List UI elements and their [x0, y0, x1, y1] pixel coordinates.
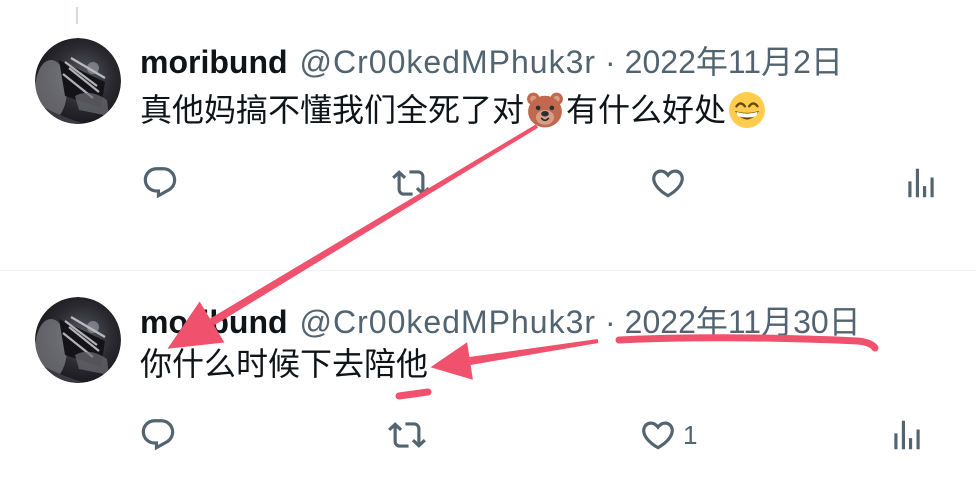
avatar-image[interactable] — [35, 38, 121, 124]
tweet-text: 你什么时候下去陪他 — [140, 342, 428, 386]
reply-icon[interactable] — [139, 416, 177, 454]
author-handle[interactable]: @Cr00kedMPhuk3r — [300, 300, 596, 344]
separator-dot: · — [605, 304, 616, 340]
reply-button[interactable] — [141, 164, 179, 202]
tweet-header: moribund @Cr00kedMPhuk3r · 2022年11月30日 — [140, 300, 861, 344]
views-button[interactable] — [902, 164, 940, 202]
timeline: moribund @Cr00kedMPhuk3r · 2022年11月2日 真他… — [0, 0, 976, 483]
tweet-text-segment: 有什么好处 — [566, 91, 727, 129]
grinning-face-emoji — [729, 92, 765, 128]
like-button[interactable]: 1 — [639, 416, 697, 454]
retweet-button[interactable] — [388, 416, 426, 454]
retweet-icon[interactable] — [388, 416, 426, 454]
tweet-header: moribund @Cr00kedMPhuk3r · 2022年11月2日 — [140, 40, 843, 84]
author-name[interactable]: moribund — [140, 40, 288, 84]
tweet-text-segment: 你什么时候下去陪他 — [140, 345, 429, 383]
tweet[interactable]: moribund @Cr00kedMPhuk3r · 2022年11月2日 真他… — [0, 0, 976, 270]
heart-icon[interactable] — [639, 416, 677, 454]
heart-icon[interactable] — [649, 164, 687, 202]
views-button[interactable] — [888, 416, 926, 454]
like-button[interactable] — [649, 164, 687, 202]
analytics-icon[interactable] — [888, 416, 926, 454]
author-name[interactable]: moribund — [140, 300, 288, 344]
tweet[interactable]: moribund @Cr00kedMPhuk3r · 2022年11月30日 你… — [0, 271, 976, 483]
retweet-button[interactable] — [392, 164, 430, 202]
author-handle[interactable]: @Cr00kedMPhuk3r — [300, 40, 596, 84]
avatar-image[interactable] — [35, 297, 121, 383]
reply-icon[interactable] — [141, 164, 179, 202]
tweet-date[interactable]: 2022年11月2日 — [625, 40, 843, 84]
tweet-date[interactable]: 2022年11月30日 — [625, 300, 861, 344]
retweet-icon[interactable] — [392, 164, 430, 202]
analytics-icon[interactable] — [902, 164, 940, 202]
tweet-text-segment: 真他妈搞不懂我们全死了对 — [140, 91, 525, 129]
reply-button[interactable] — [139, 416, 177, 454]
separator-dot: · — [605, 44, 616, 80]
tweet-text: 真他妈搞不懂我们全死了对 有什么好处 — [140, 88, 768, 132]
bear-face-emoji — [527, 92, 563, 128]
like-count[interactable]: 1 — [683, 416, 697, 454]
avatar[interactable] — [35, 297, 121, 383]
avatar[interactable] — [35, 38, 121, 124]
